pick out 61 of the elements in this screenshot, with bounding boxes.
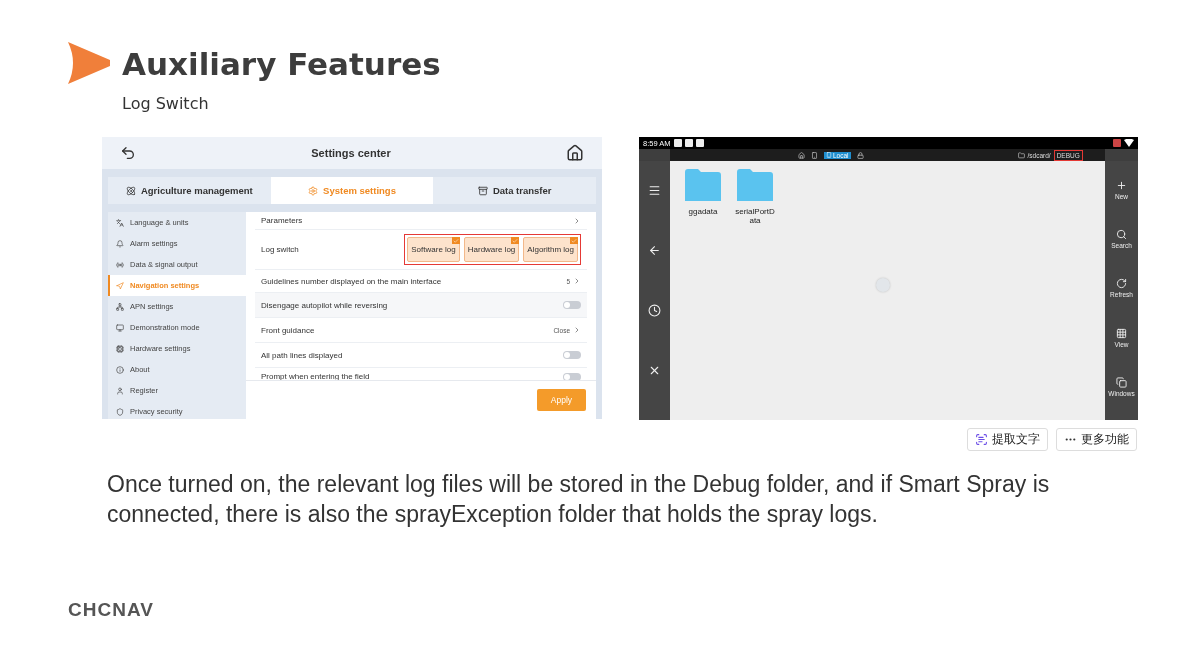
setting-label: Front guidance [261, 325, 315, 335]
user-icon [116, 386, 124, 395]
setting-label: Log switch [261, 245, 299, 254]
toggle-switch[interactable] [563, 351, 581, 359]
log-chip[interactable]: Algorithm log [523, 237, 578, 262]
toggle-switch[interactable] [563, 372, 581, 380]
chevron-icon [573, 216, 581, 225]
back-icon[interactable] [648, 244, 661, 258]
monitor-icon [116, 323, 124, 332]
check-icon [511, 237, 520, 244]
body-paragraph: Once turned on, the relevant log files will be stored in the Debug folder, and if Smart Spray is connected, there is also the sprayException folder that holds the spray logs. [107, 470, 1051, 529]
folder-name: serialPortData [734, 207, 776, 225]
log-chip[interactable]: Software log [407, 237, 460, 262]
menu-icon[interactable] [648, 184, 661, 198]
language-icon [116, 218, 124, 227]
refresh-icon [1116, 278, 1127, 290]
chevron-icon [573, 277, 581, 285]
folder-icon [1017, 151, 1025, 159]
setting-label: All path lines displayed [261, 350, 343, 360]
back-icon[interactable] [120, 145, 136, 161]
tab[interactable]: Agriculture management [108, 177, 271, 204]
clock-icon[interactable] [648, 303, 661, 317]
tab[interactable]: Data transfer [433, 177, 596, 204]
chip-icon [116, 344, 124, 353]
setting-label: Parameters [261, 216, 303, 225]
info-icon [116, 365, 124, 374]
log-chip[interactable]: Hardware log [463, 237, 520, 262]
phone-icon[interactable] [811, 151, 818, 159]
windows-icon [1116, 377, 1127, 389]
check-icon [451, 237, 460, 244]
screen-title: Settings center [311, 147, 391, 159]
shield-icon [116, 407, 124, 416]
check-icon [570, 237, 578, 244]
folder-name: ggadata [687, 207, 719, 216]
radio-icon [116, 260, 124, 269]
toggle-switch[interactable] [563, 301, 581, 309]
cast-icon [1113, 139, 1121, 147]
arrow-logo-icon [68, 42, 110, 84]
brand-logo: CHCNAV [68, 599, 154, 621]
atom-icon [125, 185, 136, 196]
slide-subtitle: Log Switch [122, 94, 210, 113]
network-icon [116, 302, 124, 311]
search-icon [1116, 229, 1127, 241]
slide-title: Auxiliary Features [122, 46, 441, 82]
settings-icon [308, 185, 319, 196]
grid-icon [1116, 327, 1127, 339]
setting-label: Prompt when entering the field [261, 372, 370, 380]
phone-icon [826, 152, 832, 158]
wifi-icon [1124, 139, 1134, 147]
home-icon[interactable] [566, 144, 584, 162]
viewer-button[interactable]: 提取文字 [967, 428, 1048, 451]
scan-text-icon [975, 433, 988, 446]
plus-icon [1116, 179, 1127, 191]
bell-icon [116, 239, 124, 248]
setting-label: Disengage autopilot while reversing [261, 300, 388, 310]
chevron-icon [573, 326, 581, 334]
navigation-icon [116, 281, 124, 290]
lock-icon[interactable] [856, 151, 864, 159]
archive-icon [477, 185, 488, 196]
viewer-button[interactable]: 更多功能 [1056, 428, 1137, 451]
setting-label: Guidelines number displayed on the main interface [261, 276, 442, 286]
